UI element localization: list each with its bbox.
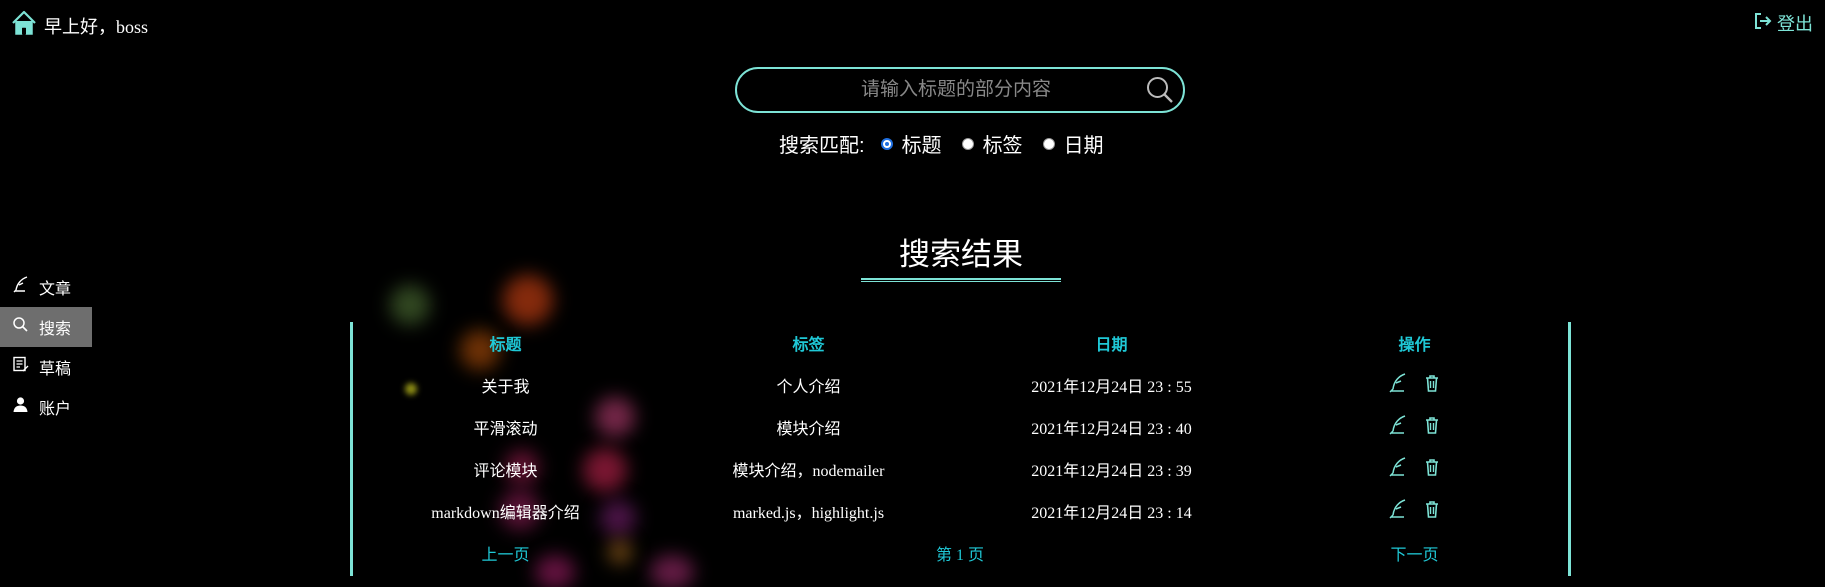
current-page-label: 第 1 页 — [935, 547, 984, 564]
radio-button[interactable] — [880, 137, 893, 150]
bokeh-light — [503, 275, 553, 325]
quill-icon — [12, 276, 39, 298]
greeting: 早上好，boss — [10, 9, 148, 42]
cell-actions — [1263, 498, 1566, 524]
cell-actions — [1263, 414, 1566, 440]
radio-label: 标题 — [901, 135, 942, 157]
logout-icon — [1754, 12, 1772, 35]
edit-icon[interactable] — [1388, 372, 1408, 398]
search-icon — [1147, 77, 1173, 103]
bokeh-light — [390, 285, 430, 325]
sidebar-item-search[interactable]: 搜索 — [0, 307, 92, 347]
user-icon — [12, 396, 39, 418]
radio-label: 标签 — [982, 135, 1023, 157]
edit-icon[interactable] — [1388, 456, 1408, 482]
title-underline — [861, 278, 1061, 282]
table-left-border — [350, 322, 353, 576]
cell-title[interactable]: markdown编辑器介绍 — [354, 499, 657, 523]
table-header: 标题 标签 日期 操作 — [354, 322, 1566, 364]
cell-date: 2021年12月24日 23 : 55 — [1031, 379, 1192, 396]
logout-label: 登出 — [1777, 14, 1813, 34]
home-icon[interactable] — [10, 9, 38, 42]
logout-button[interactable]: 登出 — [1754, 10, 1813, 36]
column-header-tags: 标签 — [792, 337, 825, 354]
cell-actions — [1263, 456, 1566, 482]
table-row: 关于我 个人介绍 2021年12月24日 23 : 55 — [354, 364, 1566, 406]
cell-date: 2021年12月24日 23 : 14 — [1031, 505, 1192, 522]
sidebar-item-account[interactable]: 账户 — [0, 387, 92, 427]
search-box — [735, 67, 1185, 113]
cell-title[interactable]: 评论模块 — [354, 457, 657, 481]
trash-icon[interactable] — [1422, 415, 1442, 440]
cell-title[interactable]: 平滑滚动 — [354, 415, 657, 439]
next-page-button[interactable]: 下一页 — [1263, 541, 1566, 565]
trash-icon[interactable] — [1422, 499, 1442, 524]
cell-tags: 模块介绍 — [776, 421, 841, 438]
trash-icon[interactable] — [1422, 373, 1442, 398]
cell-tags: 模块介绍，nodemailer — [732, 463, 885, 480]
table-row: markdown编辑器介绍 marked.js，highlight.js 202… — [354, 490, 1566, 532]
search-button[interactable] — [1137, 69, 1183, 111]
greeting-text: 早上好，boss — [44, 16, 149, 37]
column-header-actions: 操作 — [1398, 337, 1431, 354]
page: 早上好，boss 登出 搜索匹配: 标题 标签 — [0, 0, 1825, 587]
trash-icon[interactable] — [1422, 457, 1442, 482]
sidebar-item-label: 草稿 — [39, 361, 72, 378]
search-icon — [12, 316, 39, 338]
cell-actions — [1263, 372, 1566, 398]
cell-title[interactable]: 关于我 — [354, 373, 657, 397]
search-match-options: 搜索匹配: 标题 标签 日期 — [779, 129, 1124, 158]
draft-icon — [12, 356, 39, 378]
sidebar-item-drafts[interactable]: 草稿 — [0, 347, 92, 387]
edit-icon[interactable] — [1388, 414, 1408, 440]
cell-tags: marked.js，highlight.js — [732, 505, 885, 522]
edit-icon[interactable] — [1388, 498, 1408, 524]
radio-button[interactable] — [961, 137, 974, 150]
table-right-border — [1568, 322, 1571, 576]
search-input[interactable] — [737, 68, 1137, 112]
prev-page-button[interactable]: 上一页 — [354, 541, 657, 565]
sidebar: 文章 搜索 草稿 账户 — [0, 267, 92, 427]
page-title: 搜索结果 — [899, 237, 1023, 272]
radio-option-tag[interactable]: 标签 — [961, 129, 1023, 158]
table-row: 评论模块 模块介绍，nodemailer 2021年12月24日 23 : 39 — [354, 448, 1566, 490]
sidebar-item-label: 文章 — [39, 281, 72, 298]
cell-date: 2021年12月24日 23 : 40 — [1031, 421, 1192, 438]
column-header-date: 日期 — [1095, 337, 1128, 354]
sidebar-item-label: 账户 — [39, 401, 72, 418]
radio-button[interactable] — [1042, 137, 1055, 150]
column-header-title: 标题 — [489, 337, 522, 354]
sidebar-item-articles[interactable]: 文章 — [0, 267, 92, 307]
cell-date: 2021年12月24日 23 : 39 — [1031, 463, 1192, 480]
results-table: 标题 标签 日期 操作 关于我 个人介绍 2021年12月24日 23 : 55… — [354, 322, 1566, 574]
pagination: 上一页 第 1 页 下一页 — [354, 532, 1566, 574]
cell-tags: 个人介绍 — [776, 379, 841, 396]
radio-label: 日期 — [1063, 135, 1104, 157]
radio-option-date[interactable]: 日期 — [1042, 129, 1104, 158]
table-row: 平滑滚动 模块介绍 2021年12月24日 23 : 40 — [354, 406, 1566, 448]
search-match-label: 搜索匹配: — [779, 135, 865, 157]
radio-option-title[interactable]: 标题 — [880, 129, 942, 158]
sidebar-item-label: 搜索 — [39, 321, 72, 338]
